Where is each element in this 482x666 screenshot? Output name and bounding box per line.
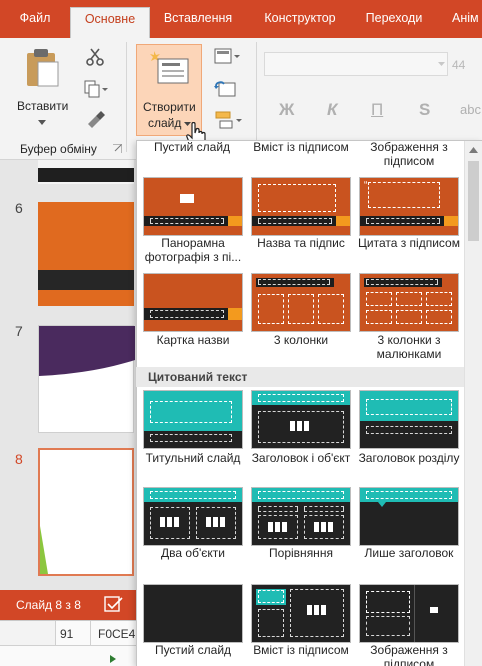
slide-number-selected: 8: [15, 451, 23, 467]
font-name-box[interactable]: [264, 52, 448, 76]
layout-thumbnail-quote-caption[interactable]: “: [359, 177, 459, 236]
section-icon[interactable]: [214, 110, 242, 130]
reset-icon[interactable]: [214, 80, 236, 98]
slide-thumbnail-7[interactable]: [38, 325, 135, 433]
layout-label[interactable]: Цитата з підписом: [354, 236, 464, 250]
cell-value[interactable]: F0CE4: [98, 627, 135, 641]
slide-number: 6: [15, 200, 23, 216]
tab-transitions[interactable]: Переходи: [356, 7, 432, 38]
clipboard-group-label: Буфер обміну: [20, 142, 97, 156]
new-slide-label-line2: слайд: [148, 116, 182, 130]
layout-label[interactable]: Зображення з підписом: [354, 140, 464, 168]
layout-thumbnail-picture-caption[interactable]: [359, 584, 459, 643]
row-number: 91: [60, 627, 74, 641]
cut-icon[interactable]: [86, 48, 104, 66]
layout-thumbnail-title-only[interactable]: [359, 487, 459, 546]
slide-thumbnail-8-selected[interactable]: [38, 448, 134, 576]
italic-button[interactable]: К: [327, 100, 337, 120]
layout-label[interactable]: Зображення з підписом: [354, 643, 464, 666]
layout-thumbnail-two-objects[interactable]: [143, 487, 243, 546]
slide-count-status: Слайд 8 з 8: [16, 598, 81, 612]
layout-label[interactable]: Порівняння: [246, 546, 356, 560]
slide-number: 7: [15, 323, 23, 339]
layout-label[interactable]: Вміст із підписом: [246, 643, 356, 657]
clipboard-icon: [27, 49, 59, 87]
tab-insert[interactable]: Вставлення: [152, 7, 244, 38]
dialog-launcher-icon[interactable]: [113, 144, 122, 153]
ribbon-tab-bar: Файл Основне Вставлення Конструктор Пере…: [0, 0, 482, 38]
slide-thumbnails-pane: 6 7 8: [0, 160, 136, 590]
paste-label: Вставити: [17, 99, 69, 113]
layout-label[interactable]: Назва та підпис: [246, 236, 356, 250]
layout-label[interactable]: Два об'єкти: [138, 546, 248, 560]
spreadsheet-strip: 91 F0CE4: [0, 620, 140, 666]
slide-thumbnail-6[interactable]: [38, 202, 134, 306]
tab-animations[interactable]: Анім: [436, 7, 482, 38]
layout-thumbnail-content-caption[interactable]: [251, 584, 351, 643]
layout-label[interactable]: Титульний слайд: [138, 451, 248, 465]
tab-design[interactable]: Конструктор: [246, 7, 354, 38]
layout-label[interactable]: Лише заголовок: [354, 546, 464, 560]
layout-thumbnail-3-columns[interactable]: [251, 273, 351, 332]
scroll-up-icon[interactable]: [469, 147, 478, 153]
tab-file[interactable]: Файл: [0, 7, 70, 38]
scroll-thumb[interactable]: [468, 161, 479, 241]
ribbon-separator: [256, 42, 257, 152]
layout-label[interactable]: Панорамна фотографія з пі...: [138, 236, 248, 264]
layout-label[interactable]: Заголовок розділу: [354, 451, 464, 465]
layout-thumbnail-3-columns-pictures[interactable]: [359, 273, 459, 332]
section-header-quoted-text: Цитований текст: [136, 367, 464, 387]
layout-label[interactable]: Картка назви: [138, 333, 248, 347]
sheet-nav-arrow-icon[interactable]: [110, 655, 118, 663]
font-size-value[interactable]: 44: [452, 58, 465, 72]
bold-button[interactable]: Ж: [279, 100, 294, 120]
shadow-button[interactable]: S: [419, 100, 430, 120]
new-slide-icon: [150, 51, 189, 84]
new-slide-label-line1: Створити: [143, 100, 196, 114]
layout-thumbnail-title-object[interactable]: [251, 390, 351, 449]
layout-label[interactable]: Вміст із підписом: [246, 140, 356, 154]
layout-label[interactable]: 3 колонки з малюнками: [354, 333, 464, 361]
ribbon-separator: [126, 42, 127, 152]
chevron-down-icon: [438, 62, 445, 66]
chevron-down-icon: [38, 120, 46, 125]
gallery-scrollbar[interactable]: [464, 141, 482, 666]
status-bar: Слайд 8 з 8: [0, 590, 138, 620]
underline-button[interactable]: П: [371, 100, 383, 120]
layout-thumbnail-blank[interactable]: [143, 584, 243, 643]
layout-icon[interactable]: [214, 48, 240, 66]
format-painter-icon[interactable]: [86, 110, 106, 128]
strikethrough-button[interactable]: abc: [460, 102, 481, 117]
layout-thumbnail-name-card[interactable]: [143, 273, 243, 332]
layout-thumbnail-section-header[interactable]: [359, 390, 459, 449]
tab-home[interactable]: Основне: [70, 7, 150, 38]
slide-thumbnail-partial[interactable]: [38, 160, 134, 184]
powerpoint-window: Файл Основне Вставлення Конструктор Пере…: [0, 0, 482, 666]
layout-thumbnail-title-caption[interactable]: [251, 177, 351, 236]
layout-label[interactable]: Пустий слайд: [138, 643, 248, 657]
layout-label[interactable]: Пустий слайд: [137, 140, 247, 154]
layout-label[interactable]: 3 колонки: [246, 333, 356, 347]
copy-icon[interactable]: [84, 80, 108, 98]
layout-label[interactable]: Заголовок і об'єкт: [246, 451, 356, 465]
layout-thumbnail-comparison[interactable]: [251, 487, 351, 546]
paste-button[interactable]: Вставити: [6, 44, 78, 130]
notes-icon[interactable]: [104, 596, 124, 612]
layout-thumbnail-title-slide[interactable]: [143, 390, 243, 449]
layout-thumbnail-panoramic[interactable]: [143, 177, 243, 236]
